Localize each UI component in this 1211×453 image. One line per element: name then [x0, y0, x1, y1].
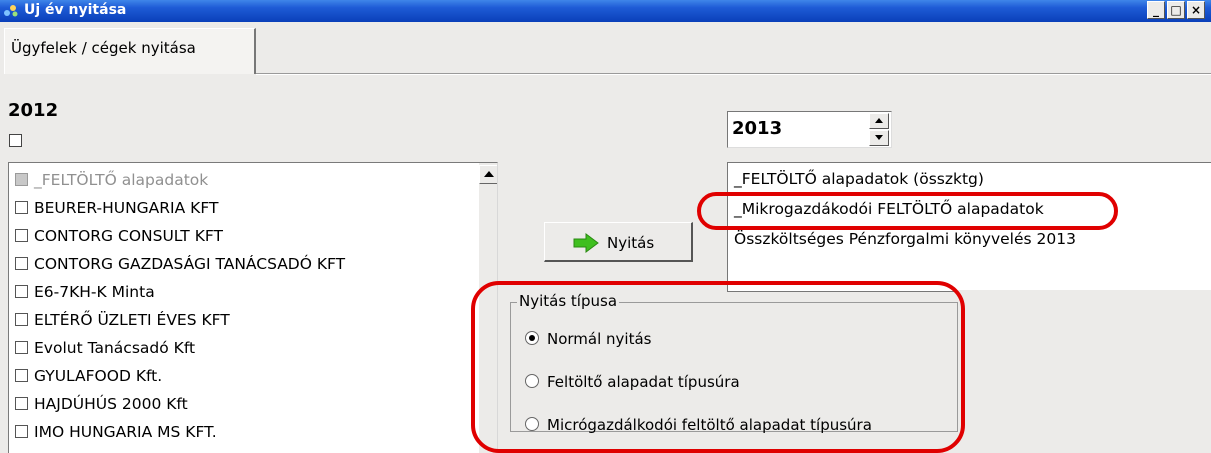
list-item[interactable]: CONTORG GAZDASÁGI TANÁCSADÓ KFT: [15, 253, 345, 275]
spinner-up-button[interactable]: [869, 113, 889, 129]
list-item-label: ELTÉRŐ ÜZLETI ÉVES KFT: [34, 311, 230, 329]
list-item[interactable]: E6-7KH-K Minta: [15, 281, 155, 303]
select-all-checkbox[interactable]: [9, 134, 22, 147]
green-arrow-right-icon: [573, 233, 599, 253]
source-year-label: 2012: [8, 100, 59, 121]
spinner-buttons: [869, 113, 889, 146]
list-item[interactable]: _FELTÖLTŐ alapadatok (összktg): [734, 170, 984, 188]
title-bar[interactable]: Uj év nyitása: [0, 0, 1211, 22]
list-item-label: E6-7KH-K Minta: [34, 283, 155, 301]
list-item[interactable]: IMO HUNGARIA MS KFT.: [15, 421, 217, 443]
checkbox[interactable]: [15, 397, 28, 410]
checkbox[interactable]: [15, 425, 28, 438]
minimize-button[interactable]: _: [1147, 1, 1165, 19]
list-item-label: GYULAFOOD Kft.: [34, 367, 163, 385]
list-item-label: BEURER-HUNGARIA KFT: [34, 199, 219, 217]
app-window: Uj év nyitása _ □ × Ügyfelek / cégek nyi…: [0, 0, 1211, 453]
tab-label: Ügyfelek / cégek nyitása: [11, 39, 196, 57]
highlight-annotation-list-item: [697, 192, 1118, 230]
highlight-annotation-opening-type: [471, 281, 965, 453]
list-item-label: CONTORG CONSULT KFT: [34, 227, 223, 245]
spinner-down-button[interactable]: [869, 130, 889, 146]
list-item-label: CONTORG GAZDASÁGI TANÁCSADÓ KFT: [34, 255, 346, 273]
tab-divider-highlight: [256, 74, 1211, 75]
list-item-label: IMO HUNGARIA MS KFT.: [34, 423, 217, 441]
checkbox[interactable]: [15, 285, 28, 298]
scroll-up-button[interactable]: [479, 165, 497, 184]
open-year-button[interactable]: Nyitás: [544, 222, 693, 262]
list-item[interactable]: GYULAFOOD Kft.: [15, 365, 162, 387]
list-item-label: Evolut Tanácsadó Kft: [34, 339, 196, 357]
list-item[interactable]: Összköltséges Pénzforgalmi könyvelés 201…: [734, 230, 1076, 248]
list-item-label: HAJDÚHÚS 2000 Kft: [34, 395, 188, 413]
target-year-spinner[interactable]: 2013: [727, 111, 892, 148]
close-button[interactable]: ×: [1187, 1, 1205, 19]
list-item[interactable]: _FELTÖLTŐ alapadatok: [15, 169, 208, 191]
tab-ugyfelek-cegek-nyitasa[interactable]: Ügyfelek / cégek nyitása: [4, 28, 256, 74]
list-item[interactable]: BEURER-HUNGARIA KFT: [15, 197, 218, 219]
target-year-value[interactable]: 2013: [732, 118, 782, 139]
open-button-label: Nyitás: [607, 234, 655, 252]
app-icon: [4, 5, 18, 17]
list-item[interactable]: ELTÉRŐ ÜZLETI ÉVES KFT: [15, 309, 230, 331]
maximize-button[interactable]: □: [1167, 1, 1185, 19]
checkbox[interactable]: [15, 229, 28, 242]
list-item-label: _FELTÖLTŐ alapadatok: [34, 171, 209, 189]
tab-strip: Ügyfelek / cégek nyitása: [0, 22, 1211, 74]
checkbox[interactable]: [15, 341, 28, 354]
list-item[interactable]: CONTORG CONSULT KFT: [15, 225, 223, 247]
checkbox[interactable]: [15, 257, 28, 270]
checkbox[interactable]: [15, 369, 28, 382]
checkbox[interactable]: [15, 201, 28, 214]
company-list[interactable]: _FELTÖLTŐ alapadatok BEURER-HUNGARIA KFT…: [8, 162, 498, 453]
list-item[interactable]: Evolut Tanácsadó Kft: [15, 337, 195, 359]
window-title: Uj év nyitása: [24, 2, 127, 18]
list-item[interactable]: HAJDÚHÚS 2000 Kft: [15, 393, 188, 415]
checkbox[interactable]: [15, 313, 28, 326]
checkbox[interactable]: [15, 173, 28, 186]
background-panel: [958, 290, 1211, 453]
